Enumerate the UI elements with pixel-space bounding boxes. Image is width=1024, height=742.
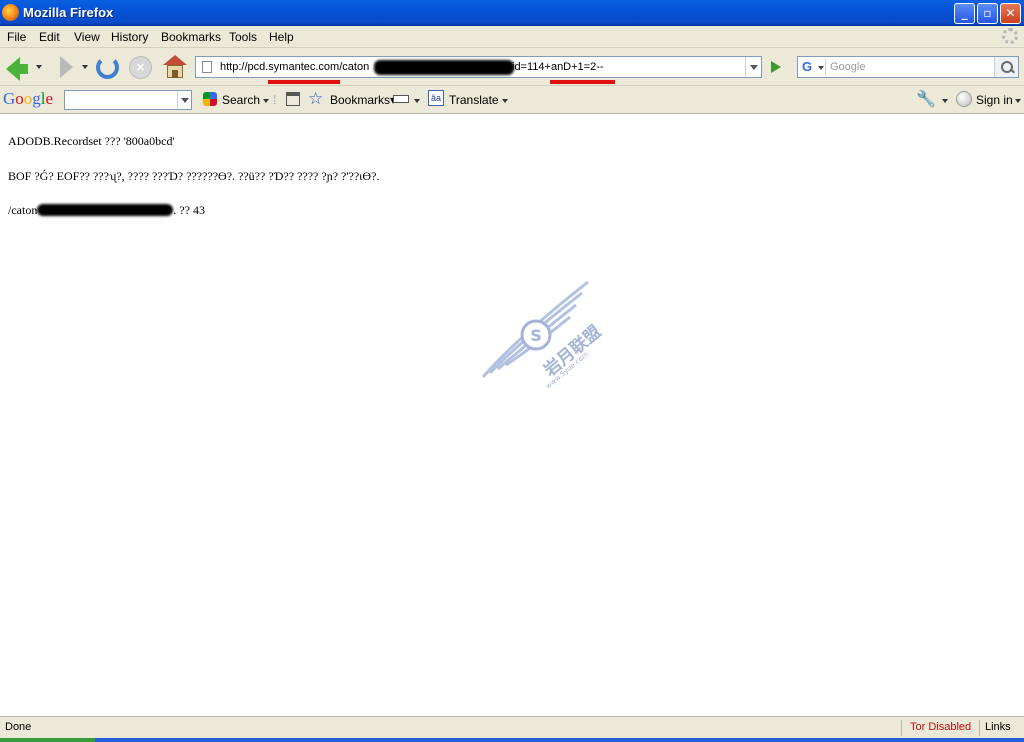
url-bar[interactable]: http://pcd.symantec.com/caton id=114+anD… [195,56,762,78]
forward-history-chevron-icon[interactable] [82,65,88,69]
menu-tools[interactable]: Tools [229,30,257,44]
translate-options-chevron-icon[interactable] [502,99,508,103]
url-highlight-injection [550,80,615,84]
error-line-number: . ?? 43 [173,203,205,217]
back-arrow-icon[interactable] [6,57,28,81]
google-search-icon[interactable] [203,92,217,106]
popup-blocker-icon[interactable] [393,95,409,103]
menu-help[interactable]: Help [269,30,294,44]
google-engine-icon: G [802,59,813,74]
page-content: ADODB.Recordset ??? '800a0bcd' BOF ?Ǵ? E… [0,114,1024,716]
search-placeholder: Google [830,61,866,73]
google-bookmarks-button[interactable]: Bookmarks▾ [330,93,396,107]
search-magnifier-icon[interactable] [994,57,1018,77]
settings-chevron-icon[interactable] [942,99,948,103]
minimize-button[interactable]: _ [954,3,975,24]
home-icon[interactable] [163,55,187,79]
url-redaction [374,60,514,75]
menu-bar: File Edit View History Bookmarks Tools H… [0,26,1024,48]
firefox-icon [2,4,19,21]
search-bar[interactable]: G Google [797,56,1019,78]
stop-icon[interactable]: × [129,56,152,79]
menu-history[interactable]: History [111,30,148,44]
signin-chevron-icon[interactable] [1015,99,1021,103]
google-toolbar: Google Search ⁞ ☆ Bookmarks▾ âa Translat… [0,86,1024,114]
watermark-badge-letter: S [530,326,542,345]
google-logo: Google [3,89,54,108]
wrench-icon[interactable]: 🔧 [916,89,936,108]
url-history-dropdown[interactable] [745,57,761,77]
error-path: /caton . ?? 43 [8,202,205,218]
signin-icon[interactable] [956,91,972,107]
error-message: BOF ?Ǵ? EOF?? ???ʯ?, ???? ???Ɗ? ??????Ө?… [8,169,380,183]
url-highlight-domain [268,80,340,84]
go-arrow-icon[interactable] [766,58,786,76]
url-prefix: http://pcd.symantec.com/caton [220,61,370,73]
watermark-logo: S 岩月联盟 www.5yue.com [481,280,603,391]
status-bar: Done Tor Disabled Links [0,716,1024,738]
bookmark-star-icon[interactable]: ☆ [308,89,326,108]
error-path-prefix: /caton [8,203,38,217]
menu-edit[interactable]: Edit [39,30,60,44]
error-heading: ADODB.Recordset ??? '800a0bcd' [8,134,175,148]
tor-status-button[interactable]: Tor Disabled [901,720,981,736]
search-options-chevron-icon[interactable] [263,99,269,103]
reload-icon[interactable] [96,56,119,79]
back-history-chevron-icon[interactable] [36,65,42,69]
close-button[interactable]: ✕ [1000,3,1021,24]
pagerank-icon[interactable] [286,92,300,106]
translate-icon[interactable]: âa [428,90,444,106]
window-title: Mozilla Firefox [23,5,114,20]
page-icon [202,61,212,73]
links-button[interactable]: Links [985,721,1011,733]
taskbar [0,738,1024,742]
status-text: Done [5,721,32,733]
signin-button[interactable]: Sign in [976,93,1013,107]
throbber-icon [1002,28,1018,44]
popup-options-chevron-icon[interactable] [414,99,420,103]
menu-bookmarks[interactable]: Bookmarks [161,30,221,44]
menu-view[interactable]: View [74,30,100,44]
forward-arrow-icon[interactable] [60,56,73,78]
maximize-button[interactable]: ▫ [977,3,998,24]
toolbar-separator: ⁞ [273,93,277,107]
search-engine-selector[interactable]: G [800,59,826,75]
menu-file[interactable]: File [7,30,26,44]
google-search-button[interactable]: Search [222,93,260,107]
title-bar: Mozilla Firefox _ ▫ ✕ [0,0,1024,26]
google-search-history-dropdown[interactable] [177,91,191,109]
path-redaction [37,204,174,216]
url-suffix: id=114+anD+1=2-- [512,61,604,73]
google-search-input[interactable] [64,90,192,110]
start-button[interactable] [0,738,95,742]
translate-button[interactable]: Translate [449,93,499,107]
